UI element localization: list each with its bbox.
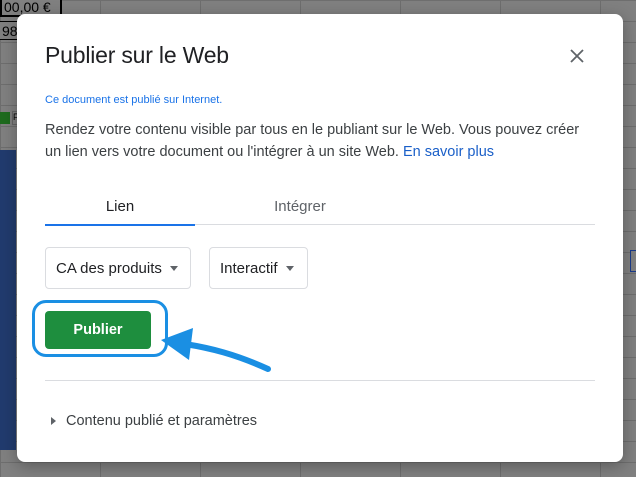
section-divider xyxy=(45,380,595,381)
close-icon xyxy=(570,49,584,63)
background-cell-marker xyxy=(630,250,636,272)
annotation-arrow-icon xyxy=(161,328,271,372)
dialog-description: Rendez votre contenu visible par tous en… xyxy=(45,119,590,163)
publish-to-web-dialog: Publier sur le Web Ce document est publi… xyxy=(17,14,623,462)
dialog-title: Publier sur le Web xyxy=(45,42,229,68)
chevron-down-icon xyxy=(285,265,294,271)
sheet-select-value: CA des produits xyxy=(56,259,162,277)
chart-bar xyxy=(0,150,16,450)
close-button[interactable] xyxy=(565,44,589,68)
learn-more-link[interactable]: En savoir plus xyxy=(403,144,494,160)
format-select-value: Interactif xyxy=(220,259,278,277)
tab-link[interactable]: Lien xyxy=(45,194,195,226)
published-settings-label: Contenu publié et paramètres xyxy=(66,413,258,429)
published-settings-toggle[interactable]: Contenu publié et paramètres xyxy=(51,413,257,429)
chart-legend-swatch xyxy=(0,112,10,124)
chevron-down-icon xyxy=(169,265,178,271)
published-status: Ce document est publié sur Internet. xyxy=(45,94,223,106)
description-text: Rendez votre contenu visible par tous en… xyxy=(45,122,580,160)
format-select[interactable]: Interactif xyxy=(209,247,308,289)
tab-embed[interactable]: Intégrer xyxy=(225,194,375,225)
caret-right-icon xyxy=(51,417,56,425)
sheet-select[interactable]: CA des produits xyxy=(45,247,191,289)
tab-bar: Lien Intégrer xyxy=(45,194,595,226)
publish-button[interactable]: Publier xyxy=(45,311,151,349)
